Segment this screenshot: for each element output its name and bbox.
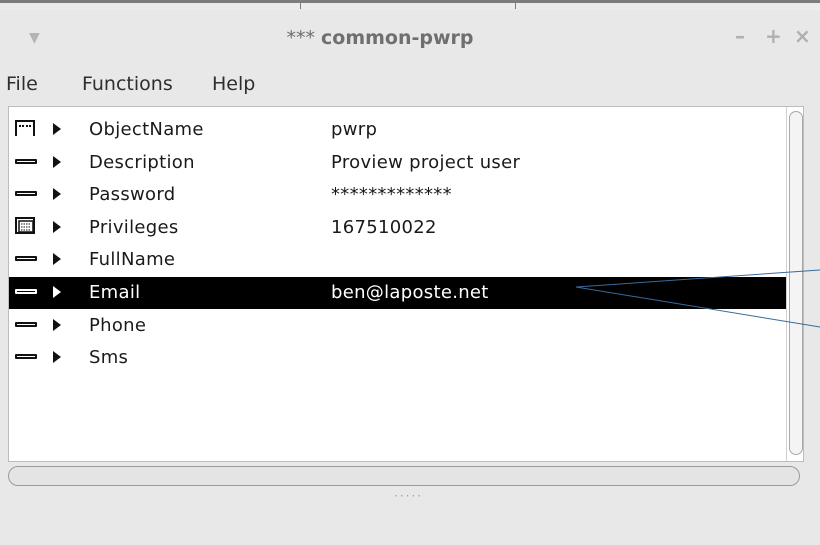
- vertical-scrollbar-thumb[interactable]: [789, 111, 803, 455]
- attribute-icon: [15, 319, 37, 333]
- attribute-row-phone[interactable]: Phone: [9, 310, 803, 342]
- expand-arrow-icon[interactable]: [53, 286, 61, 298]
- attribute-row-password[interactable]: Password *************: [9, 179, 803, 211]
- attribute-name: FullName: [89, 249, 176, 270]
- top-edge-tick: [300, 3, 301, 9]
- attribute-value[interactable]: Proview project user: [331, 152, 520, 173]
- attribute-row-privileges[interactable]: Privileges 167510022: [9, 212, 803, 244]
- menu-help[interactable]: Help: [212, 73, 255, 95]
- attribute-icon: [15, 351, 37, 365]
- vertical-scrollbar[interactable]: [786, 107, 803, 461]
- attribute-name: Description: [89, 152, 195, 173]
- attribute-row-description[interactable]: Description Proview project user: [9, 147, 803, 179]
- horizontal-scrollbar[interactable]: [8, 466, 800, 486]
- expand-arrow-icon[interactable]: [53, 156, 61, 168]
- attribute-icon: [15, 253, 37, 267]
- attribute-name: Privileges: [89, 217, 179, 238]
- expand-arrow-icon[interactable]: [53, 319, 61, 331]
- pane-resize-grip[interactable]: ·····: [394, 489, 423, 503]
- attribute-list: ObjectName pwrp Description Proview project…: [8, 106, 804, 462]
- expand-arrow-icon[interactable]: [53, 123, 61, 135]
- attribute-name: Sms: [89, 347, 129, 368]
- attribute-value[interactable]: ben@laposte.net: [331, 282, 489, 303]
- title-modified-marker: ***: [286, 27, 315, 49]
- attribute-row-sms[interactable]: Sms: [9, 342, 803, 374]
- menu-bar: File Functions Help: [0, 68, 820, 104]
- object-icon: [15, 120, 37, 137]
- menu-functions[interactable]: Functions: [82, 73, 173, 95]
- attribute-value[interactable]: *************: [331, 184, 452, 205]
- attribute-row-email[interactable]: Email ben@laposte.net: [9, 277, 803, 309]
- attribute-name: Email: [89, 282, 141, 303]
- attribute-editor-window: ▼ *** common-pwrp – + × File Functions H…: [0, 0, 820, 545]
- attribute-row-objectname[interactable]: ObjectName pwrp: [9, 114, 803, 146]
- attribute-name: Password: [89, 184, 176, 205]
- minimize-button[interactable]: –: [735, 24, 745, 48]
- attribute-icon: [15, 286, 37, 300]
- expand-arrow-icon[interactable]: [53, 188, 61, 200]
- attribute-icon: [15, 188, 37, 202]
- expand-arrow-icon[interactable]: [53, 221, 61, 233]
- attribute-value[interactable]: 167510022: [331, 217, 437, 238]
- title-name: common-pwrp: [321, 27, 474, 49]
- window-top-edge: [0, 0, 820, 10]
- attribute-row-fullname[interactable]: FullName: [9, 244, 803, 276]
- maximize-button[interactable]: +: [765, 24, 782, 48]
- attribute-name: Phone: [89, 315, 147, 336]
- expand-arrow-icon[interactable]: [53, 253, 61, 265]
- expand-arrow-icon[interactable]: [53, 351, 61, 363]
- window-title: *** common-pwrp: [0, 27, 760, 49]
- title-bar: ▼ *** common-pwrp – + ×: [0, 10, 820, 65]
- close-button[interactable]: ×: [794, 24, 811, 48]
- array-icon: [15, 217, 37, 235]
- attribute-icon: [15, 156, 37, 170]
- top-edge-tick: [515, 3, 516, 9]
- attribute-value[interactable]: pwrp: [331, 119, 377, 140]
- attribute-name: ObjectName: [89, 119, 204, 140]
- menu-file[interactable]: File: [6, 73, 38, 95]
